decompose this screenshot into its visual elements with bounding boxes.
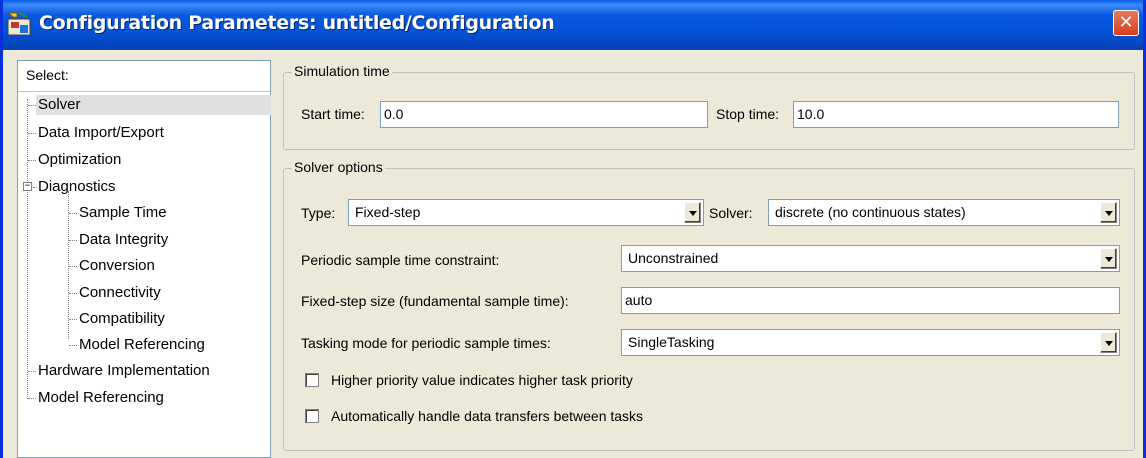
type-label: Type: <box>301 205 336 221</box>
fixed-step-size-input[interactable]: auto <box>621 287 1120 314</box>
tree-item-data-import-export[interactable]: Data Import/Export <box>38 123 164 143</box>
tree-connector <box>28 371 36 372</box>
tree-connector <box>69 266 77 267</box>
tree-item-data-integrity[interactable]: Data Integrity <box>79 230 168 250</box>
auto-data-transfer-label[interactable]: Automatically handle data transfers betw… <box>331 408 643 424</box>
tree-connector <box>69 319 77 320</box>
dropdown-arrow-icon[interactable] <box>684 202 701 223</box>
solver-options-title: Solver options <box>292 159 385 175</box>
tree-divider <box>18 91 270 92</box>
higher-priority-checkbox[interactable] <box>305 373 319 387</box>
tree-connector <box>33 187 37 188</box>
window-title: Configuration Parameters: untitled/Confi… <box>39 12 555 34</box>
periodic-constraint-select[interactable]: Unconstrained <box>621 245 1120 272</box>
auto-data-transfer-checkbox[interactable] <box>305 409 319 423</box>
periodic-constraint-value: Unconstrained <box>628 250 719 266</box>
close-button[interactable]: ✕ <box>1113 10 1139 36</box>
simulation-time-title: Simulation time <box>292 63 392 79</box>
start-time-input[interactable]: 0.0 <box>380 101 708 128</box>
tree-connector <box>69 240 77 241</box>
tree-connector <box>27 99 28 399</box>
solver-select[interactable]: discrete (no continuous states) <box>768 199 1120 226</box>
tree-item-diagnostics[interactable]: Diagnostics <box>38 177 116 197</box>
title-bar[interactable]: Configuration Parameters: untitled/Confi… <box>3 0 1143 50</box>
simulink-app-icon <box>7 12 31 36</box>
tree-header: Select: <box>26 67 69 83</box>
solver-options-group: Solver options Type: Fixed-step Solver: … <box>283 159 1135 451</box>
config-params-window: Configuration Parameters: untitled/Confi… <box>0 0 1146 458</box>
tasking-mode-value: SingleTasking <box>628 334 715 350</box>
type-value: Fixed-step <box>355 204 421 220</box>
tree-item-solver[interactable]: Solver <box>36 95 271 115</box>
tree-connector <box>69 345 77 346</box>
tree-connector <box>69 293 77 294</box>
tasking-mode-label: Tasking mode for periodic sample times: <box>301 335 551 351</box>
tree-item-conversion[interactable]: Conversion <box>79 256 155 276</box>
dropdown-arrow-icon[interactable] <box>1100 202 1117 223</box>
tree-connector <box>28 133 36 134</box>
solver-label: Solver: <box>709 205 753 221</box>
tree-item-sample-time[interactable]: Sample Time <box>79 203 167 223</box>
collapse-icon[interactable]: − <box>23 182 32 191</box>
tree-item-hardware-implementation[interactable]: Hardware Implementation <box>38 361 210 381</box>
tree-item-optimization[interactable]: Optimization <box>38 150 121 170</box>
stop-time-label: Stop time: <box>716 106 780 122</box>
simulation-time-group: Simulation time Start time: 0.0 Stop tim… <box>283 63 1135 150</box>
dropdown-arrow-icon[interactable] <box>1100 248 1117 269</box>
tree-item-diagnostics-model-referencing[interactable]: Model Referencing <box>79 335 205 355</box>
dropdown-arrow-icon[interactable] <box>1100 332 1117 353</box>
tree-item-model-referencing[interactable]: Model Referencing <box>38 388 164 408</box>
periodic-constraint-label: Periodic sample time constraint: <box>301 252 500 268</box>
tree-connector <box>28 398 36 399</box>
tree-connector <box>28 105 36 106</box>
type-select[interactable]: Fixed-step <box>348 199 704 226</box>
tree-item-compatibility[interactable]: Compatibility <box>79 309 165 329</box>
tree-connector <box>69 213 77 214</box>
solver-value: discrete (no continuous states) <box>775 204 966 220</box>
tree-connector <box>28 160 36 161</box>
tasking-mode-select[interactable]: SingleTasking <box>621 329 1120 356</box>
stop-time-input[interactable]: 10.0 <box>793 101 1119 128</box>
higher-priority-label[interactable]: Higher priority value indicates higher t… <box>331 372 633 388</box>
tree-item-connectivity[interactable]: Connectivity <box>79 283 161 303</box>
fixed-step-size-label: Fixed-step size (fundamental sample time… <box>301 293 569 309</box>
start-time-label: Start time: <box>301 106 365 122</box>
tree-item-label: Solver <box>38 96 81 113</box>
category-tree: Select: Solver Data Import/Export Optimi… <box>17 60 271 458</box>
